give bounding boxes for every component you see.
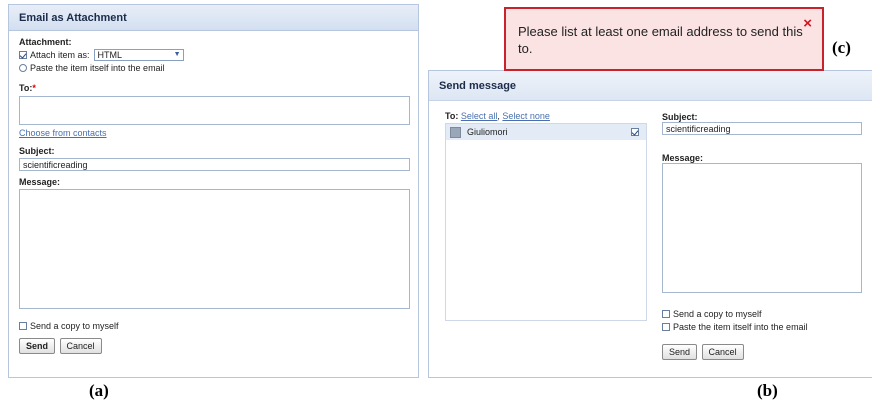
error-message-box: Please list at least one email address t…	[504, 7, 824, 71]
copy-myself-label: Send a copy to myself	[673, 309, 762, 319]
attach-format-value: HTML	[97, 50, 123, 60]
copy-myself-checkbox[interactable]	[662, 310, 670, 318]
paste-item-label: Paste the item itself into the email	[30, 63, 165, 73]
attach-item-label: Attach item as:	[30, 50, 90, 60]
chevron-down-icon: ▼	[173, 51, 181, 58]
copy-myself-checkbox[interactable]	[19, 322, 27, 330]
error-text: Please list at least one email address t…	[518, 24, 803, 56]
to-row: To: Select all, Select none	[445, 111, 550, 121]
message-label: Message:	[662, 153, 704, 163]
caption-b: (b)	[757, 381, 778, 400]
dialog-title: Send message	[429, 71, 872, 101]
choose-contacts-link[interactable]: Choose from contacts	[19, 128, 107, 138]
to-label: To:	[19, 83, 33, 93]
contact-checkbox[interactable]	[631, 128, 639, 136]
message-field[interactable]	[662, 163, 862, 293]
subject-label: Subject:	[662, 112, 698, 122]
subject-label: Subject:	[19, 146, 55, 156]
send-message-dialog: Send message To: Select all, Select none…	[428, 70, 872, 378]
attach-format-select[interactable]: HTML ▼	[93, 49, 184, 61]
send-button[interactable]: Send	[19, 338, 56, 354]
paste-item-label: Paste the item itself into the email	[673, 322, 808, 332]
to-label-row: To:*	[19, 83, 408, 93]
dialog-title: Email as Attachment	[9, 5, 418, 31]
to-field[interactable]	[19, 96, 410, 125]
close-icon[interactable]: ×	[803, 15, 812, 32]
paste-item-radio[interactable]	[19, 64, 27, 72]
select-all-link[interactable]: Select all	[461, 111, 498, 121]
caption-a: (a)	[89, 381, 109, 400]
send-button[interactable]: Send	[662, 344, 698, 360]
copy-myself-label: Send a copy to myself	[30, 321, 119, 331]
cancel-button[interactable]: Cancel	[701, 344, 744, 360]
paste-item-checkbox[interactable]	[662, 323, 670, 331]
select-none-link[interactable]: Select none	[502, 111, 550, 121]
attachment-label: Attachment:	[19, 37, 72, 47]
contact-name: Giuliomori	[467, 127, 508, 137]
avatar	[450, 126, 461, 138]
message-field[interactable]	[19, 189, 410, 309]
required-mark: *	[32, 83, 36, 93]
subject-field[interactable]: scientificreading	[662, 122, 862, 135]
message-label: Message:	[19, 177, 61, 187]
cancel-button[interactable]: Cancel	[59, 338, 102, 354]
separator: ,	[497, 111, 500, 121]
list-item[interactable]: Giuliomori	[446, 124, 646, 140]
subject-field[interactable]: scientificreading	[19, 158, 410, 171]
caption-c: (c)	[832, 38, 851, 57]
email-attachment-dialog: Email as Attachment Attachment: Attach i…	[8, 4, 419, 378]
to-label: To:	[445, 111, 459, 121]
attach-item-radio[interactable]	[19, 51, 27, 59]
contact-list: Giuliomori	[445, 123, 647, 321]
